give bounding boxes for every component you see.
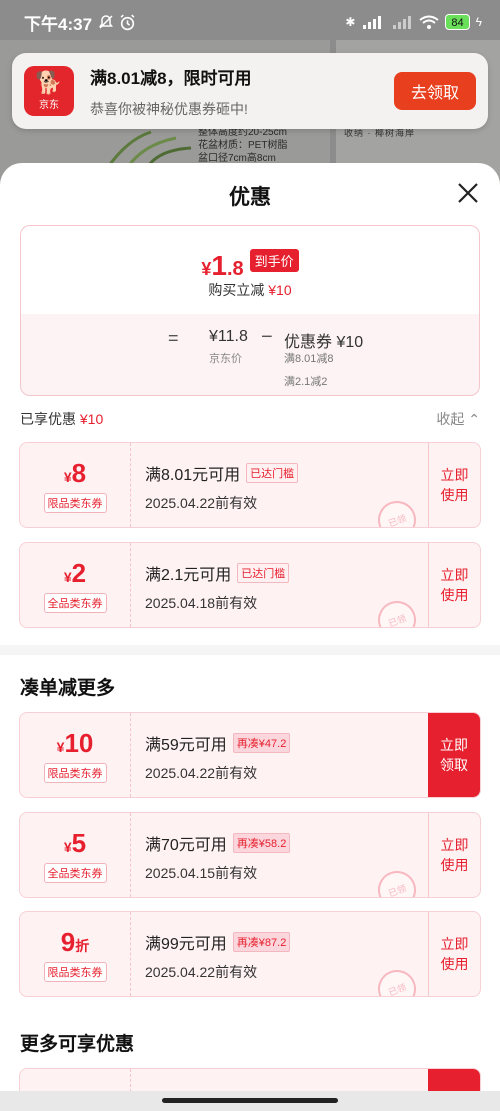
use-now-button[interactable]: 立即 使用 xyxy=(428,912,480,996)
coupon-type: 限品类东券 xyxy=(43,492,107,513)
coupon-condition: 满70元可用 xyxy=(145,837,227,854)
jd-app-logo: 🐕 京东 xyxy=(24,66,74,116)
coupon-condition: 满59元可用 xyxy=(145,737,227,754)
buy-reduce-line: 购买立减 ¥10 xyxy=(208,282,292,298)
collapse-button[interactable]: 收起 ⌃ xyxy=(436,409,480,429)
coupon-type: 限品类东券 xyxy=(43,762,107,783)
coupon-badge: 已达门槛 xyxy=(246,463,299,483)
signal-empty-icon xyxy=(393,16,412,29)
use-now-button[interactable]: 立即 使用 xyxy=(428,543,480,627)
coupon-badge: 已达门槛 xyxy=(237,563,290,583)
coupon-badge: 再凑¥87.2 xyxy=(232,932,291,952)
notification-title: 满8.01减8，限时可用 xyxy=(90,68,252,88)
coupon-condition: 满99元可用 xyxy=(145,936,227,953)
final-price-tag: 到手价 xyxy=(249,248,299,272)
battery-indicator: 84 xyxy=(445,14,470,30)
coupon-value: ¥2 xyxy=(63,557,87,588)
jd-dog-icon: 🐕 xyxy=(35,69,63,95)
use-now-button[interactable]: 立即 使用 xyxy=(428,813,480,897)
jd-price-label: 京东价 xyxy=(209,353,242,365)
coupon-type: 限品类东券 xyxy=(43,961,107,982)
sheet-title: 优惠 xyxy=(229,186,271,209)
coupon-card: 9折 限品类东券 满99元可用 再凑¥87.2 2025.04.22前有效 已领 … xyxy=(19,911,481,997)
claim-coupon-button[interactable]: 去领取 xyxy=(394,72,476,110)
coupon-condition: 满8.01元可用 xyxy=(145,467,241,484)
signal-hd-icon xyxy=(363,16,382,29)
wifi-icon xyxy=(419,15,440,29)
coupon-value: ¥8 xyxy=(63,457,87,488)
coupon-type: 全品类东券 xyxy=(43,862,107,883)
coupon-detail-2: 满2.1减2 xyxy=(284,376,328,388)
extra-discounts-title: 更多可享优惠 xyxy=(20,1034,135,1055)
coupon-condition: 满2.1元可用 xyxy=(145,567,232,584)
coupon-badge: 再凑¥47.2 xyxy=(232,733,291,753)
coupon-value: 9折 xyxy=(60,926,90,957)
coupon-value: ¥10 xyxy=(56,727,94,758)
coupon-card: ¥8 限品类东券 满8.01元可用 已达门槛 2025.04.22前有效 已领 立… xyxy=(19,442,481,528)
chevron-up-icon: ⌃ xyxy=(468,411,480,427)
status-time: 下午4:37 xyxy=(24,14,93,34)
final-price: ¥ 1 .8 到手价 xyxy=(21,248,479,282)
discount-sheet: 优惠 ¥ 1 .8 到手价 购买立减 ¥10 = ¥11.8 京东价 − 优惠券… xyxy=(0,163,500,1111)
coupon-type: 全品类东券 xyxy=(43,592,107,613)
background-spec-text: 整体高度约20-25cm 花盆材质：PET树脂 盆口径7cm高8cm xyxy=(198,127,288,164)
status-bar: 下午4:37 ✱ 84 ϟ xyxy=(0,0,500,44)
use-now-button[interactable]: 立即 使用 xyxy=(428,443,480,527)
bluetooth-icon: ✱ xyxy=(345,15,356,29)
notification-banner[interactable]: 🐕 京东 满8.01减8，限时可用 恭喜你被神秘优惠券砸中! 去领取 xyxy=(12,53,488,129)
coupon-expiry: 2025.04.22前有效 xyxy=(145,765,258,781)
coupon-card: ¥5 全品类东券 满70元可用 再凑¥58.2 2025.04.15前有效 已领 … xyxy=(19,812,481,898)
coupon-card: ¥10 限品类东券 满59元可用 再凑¥47.2 2025.04.22前有效 立即… xyxy=(19,712,481,798)
notification-subtitle: 恭喜你被神秘优惠券砸中! xyxy=(90,100,248,117)
price-summary-card: ¥ 1 .8 到手价 购买立减 ¥10 = ¥11.8 京东价 − 优惠券 ¥1… xyxy=(20,225,480,396)
section-divider xyxy=(0,645,500,655)
claim-now-button[interactable]: 立即 领取 xyxy=(428,713,480,797)
mute-bell-icon xyxy=(99,15,114,29)
coupon-total: 优惠券 ¥10 xyxy=(284,334,364,351)
charging-icon: ϟ xyxy=(475,15,482,29)
alarm-clock-icon xyxy=(120,13,135,30)
coupon-card: ¥2 全品类东券 满2.1元可用 已达门槛 2025.04.18前有效 已领 立即… xyxy=(19,542,481,628)
coupon-detail-1: 满8.01减8 xyxy=(284,353,334,365)
coupon-badge: 再凑¥58.2 xyxy=(232,833,291,853)
close-icon[interactable] xyxy=(456,181,480,205)
home-indicator[interactable] xyxy=(162,1098,338,1103)
jd-price: ¥11.8 xyxy=(209,328,248,345)
enjoyed-discount: 已享优惠 ¥10 xyxy=(20,411,104,427)
coupon-value: ¥5 xyxy=(63,827,87,858)
more-discounts-title: 凑单减更多 xyxy=(20,678,116,699)
